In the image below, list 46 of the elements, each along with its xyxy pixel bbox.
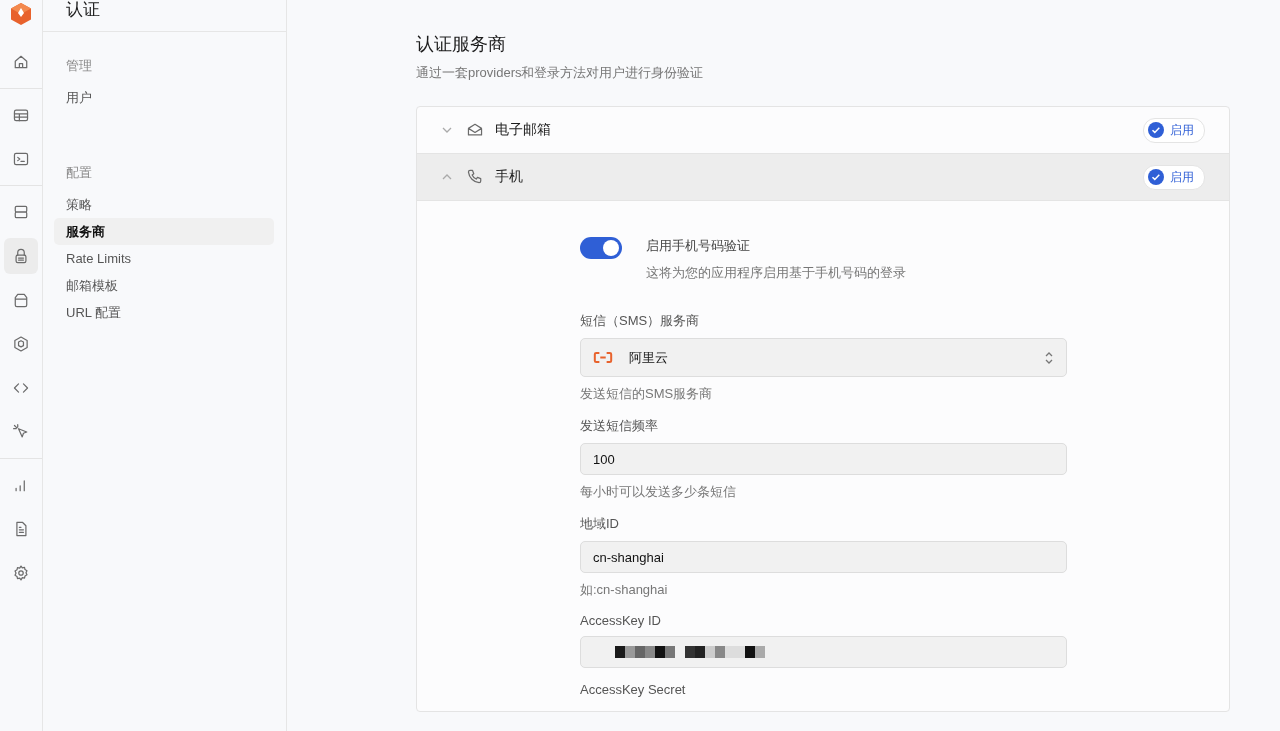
page-subtitle: 通过一套providers和登录方法对用户进行身份验证 xyxy=(416,64,705,82)
field-label: AccessKey Secret xyxy=(580,682,687,697)
field-label: 发送短信频率 xyxy=(580,417,659,435)
home-icon[interactable] xyxy=(12,53,30,71)
toggle-switch[interactable] xyxy=(580,237,622,259)
sidebar-item[interactable]: 服务商 xyxy=(54,218,274,245)
settings-icon[interactable] xyxy=(12,564,30,582)
menu-heading: 配置 xyxy=(65,164,93,182)
field-help: 每小时可以发送多少条短信 xyxy=(580,483,737,501)
input-field[interactable]: 100 xyxy=(580,443,1067,475)
folder-icon[interactable] xyxy=(12,291,30,309)
sidebar-item[interactable]: URL 配置 xyxy=(54,299,274,326)
provider-row[interactable]: 手机 启用 xyxy=(417,154,1229,201)
check-circle-icon xyxy=(1148,122,1164,138)
field-help: 发送短信的SMS服务商 xyxy=(580,385,714,403)
envelope-icon xyxy=(466,121,484,139)
sidebar-item[interactable]: Rate Limits xyxy=(54,245,274,272)
menu-heading: 管理 xyxy=(65,57,93,75)
terminal-icon[interactable] xyxy=(12,150,30,168)
toggle-description: 这将为您的应用程序启用基于手机号码的登录 xyxy=(646,264,906,282)
field-label: AccessKey ID xyxy=(580,613,662,628)
lock-icon[interactable] xyxy=(12,247,30,265)
badge-label: 启用 xyxy=(1170,168,1194,186)
field-help: 如:cn-shanghai xyxy=(580,581,669,599)
sidebar-item[interactable]: 邮箱模板 xyxy=(54,272,274,299)
phone-icon xyxy=(466,168,484,186)
section-title: 认证 xyxy=(66,0,100,20)
provider-select[interactable]: 阿里云 xyxy=(580,338,1067,377)
select-value: 阿里云 xyxy=(629,348,668,367)
page-title: 认证服务商 xyxy=(416,33,507,56)
provider-name: 电子邮箱 xyxy=(495,121,551,139)
database-icon[interactable] xyxy=(12,203,30,221)
provider-name: 手机 xyxy=(495,168,523,186)
cube-icon[interactable] xyxy=(12,335,30,353)
check-circle-icon xyxy=(1148,169,1164,185)
sidebar-item[interactable]: 用户 xyxy=(54,84,274,111)
field-label: 地域ID xyxy=(580,515,620,533)
badge-label: 启用 xyxy=(1170,121,1194,139)
input-field[interactable] xyxy=(580,636,1067,668)
logo-icon[interactable] xyxy=(9,2,33,26)
field-label: 短信（SMS）服务商 xyxy=(580,312,701,330)
cloud-logo-icon xyxy=(593,351,613,364)
sidebar-item[interactable]: 策略 xyxy=(54,191,274,218)
table-icon[interactable] xyxy=(12,106,30,124)
input-field[interactable]: cn-shanghai xyxy=(580,541,1067,573)
toggle-label: 启用手机号码验证 xyxy=(646,237,751,255)
